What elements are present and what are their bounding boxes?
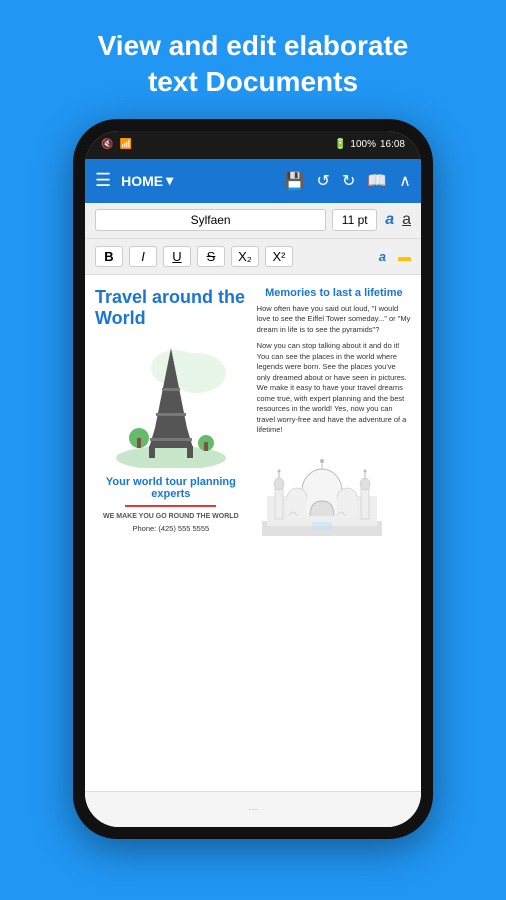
dropdown-chevron-icon: ▾ xyxy=(166,172,173,189)
phone-screen: 🔇 📶 🔋 100% 16:08 ☰ HOME ▾ 💾 ↺ ↻ 📖 ∧ xyxy=(85,131,421,827)
battery-icon: 🔋 xyxy=(334,139,346,150)
we-make-text: WE MAKE YOU GO ROUND THE WORLD xyxy=(95,513,247,520)
wifi-icon: 📶 xyxy=(119,139,131,150)
document-area: Travel around the World xyxy=(85,275,421,827)
italic-button[interactable]: I xyxy=(129,246,157,267)
toolbar-title-label: HOME xyxy=(121,173,163,189)
hero-section: View and edit elaborate text Documents xyxy=(78,0,429,119)
eiffel-illustration xyxy=(95,338,247,468)
eiffel-svg xyxy=(111,338,231,468)
memories-title: Memories to last a lifetime xyxy=(257,287,411,299)
underline-button[interactable]: U xyxy=(163,246,191,267)
world-tour-section: Your world tour planning experts WE MAKE… xyxy=(95,476,247,533)
app-toolbar: ☰ HOME ▾ 💾 ↺ ↻ 📖 ∧ xyxy=(85,159,421,203)
text-color-icon[interactable]: a xyxy=(385,211,394,229)
body-text-2: Now you can stop talking about it and do… xyxy=(257,341,411,436)
font-style-icon[interactable]: a xyxy=(402,211,411,229)
format-bar-buttons: B I U S X₂ X² a ▬ xyxy=(85,239,421,275)
doc-travel-title: Travel around the World xyxy=(95,287,247,330)
doc-content: Travel around the World xyxy=(85,275,421,791)
save-icon[interactable]: 💾 xyxy=(285,171,305,191)
up-icon[interactable]: ∧ xyxy=(399,171,411,191)
text-style-icons: a a xyxy=(385,211,411,229)
toolbar-actions: 💾 ↺ ↻ 📖 ∧ xyxy=(285,171,411,191)
font-name-selector[interactable]: Sylfaen xyxy=(95,209,326,231)
mute-icon: 🔇 xyxy=(101,139,113,150)
book-icon[interactable]: 📖 xyxy=(367,171,387,191)
strikethrough-button[interactable]: S xyxy=(197,246,225,267)
notch-left: 🔇 📶 xyxy=(101,139,132,150)
font-size-selector[interactable]: 11 pt xyxy=(332,209,377,231)
clock-display: 16:08 xyxy=(380,139,405,150)
separator-line xyxy=(125,505,216,507)
subscript-button[interactable]: X₂ xyxy=(231,246,259,267)
taj-illustration xyxy=(257,446,411,546)
notch-right: 🔋 100% 16:08 xyxy=(334,139,405,150)
doc-footer: ··· xyxy=(85,791,421,827)
battery-level: 100% xyxy=(350,139,376,150)
text-color-btn[interactable]: a xyxy=(379,249,386,264)
undo-icon[interactable]: ↺ xyxy=(317,171,330,191)
toolbar-title-area[interactable]: HOME ▾ xyxy=(121,172,173,189)
footer-text: ··· xyxy=(249,804,258,814)
phone-text: Phone: (425) 555 5555 xyxy=(95,524,247,533)
redo-icon[interactable]: ↻ xyxy=(342,171,355,191)
hero-line1: View and edit elaborate xyxy=(98,30,409,61)
format-bar-fonts: Sylfaen 11 pt a a xyxy=(85,203,421,239)
doc-left-column: Travel around the World xyxy=(95,287,247,779)
phone-device: 🔇 📶 🔋 100% 16:08 ☰ HOME ▾ 💾 ↺ ↻ 📖 ∧ xyxy=(73,119,433,839)
world-tour-title: Your world tour planning experts xyxy=(95,476,247,500)
taj-svg xyxy=(257,446,387,541)
doc-right-column: Memories to last a lifetime How often ha… xyxy=(257,287,411,779)
superscript-button[interactable]: X² xyxy=(265,246,293,267)
highlight-btn[interactable]: ▬ xyxy=(398,249,411,264)
hero-line2: text Documents xyxy=(148,66,358,97)
hamburger-icon[interactable]: ☰ xyxy=(95,170,111,191)
body-text-1: How often have you said out loud, "I wou… xyxy=(257,304,411,336)
hero-title: View and edit elaborate text Documents xyxy=(78,0,429,119)
bold-button[interactable]: B xyxy=(95,246,123,267)
phone-notch: 🔇 📶 🔋 100% 16:08 xyxy=(85,131,421,159)
